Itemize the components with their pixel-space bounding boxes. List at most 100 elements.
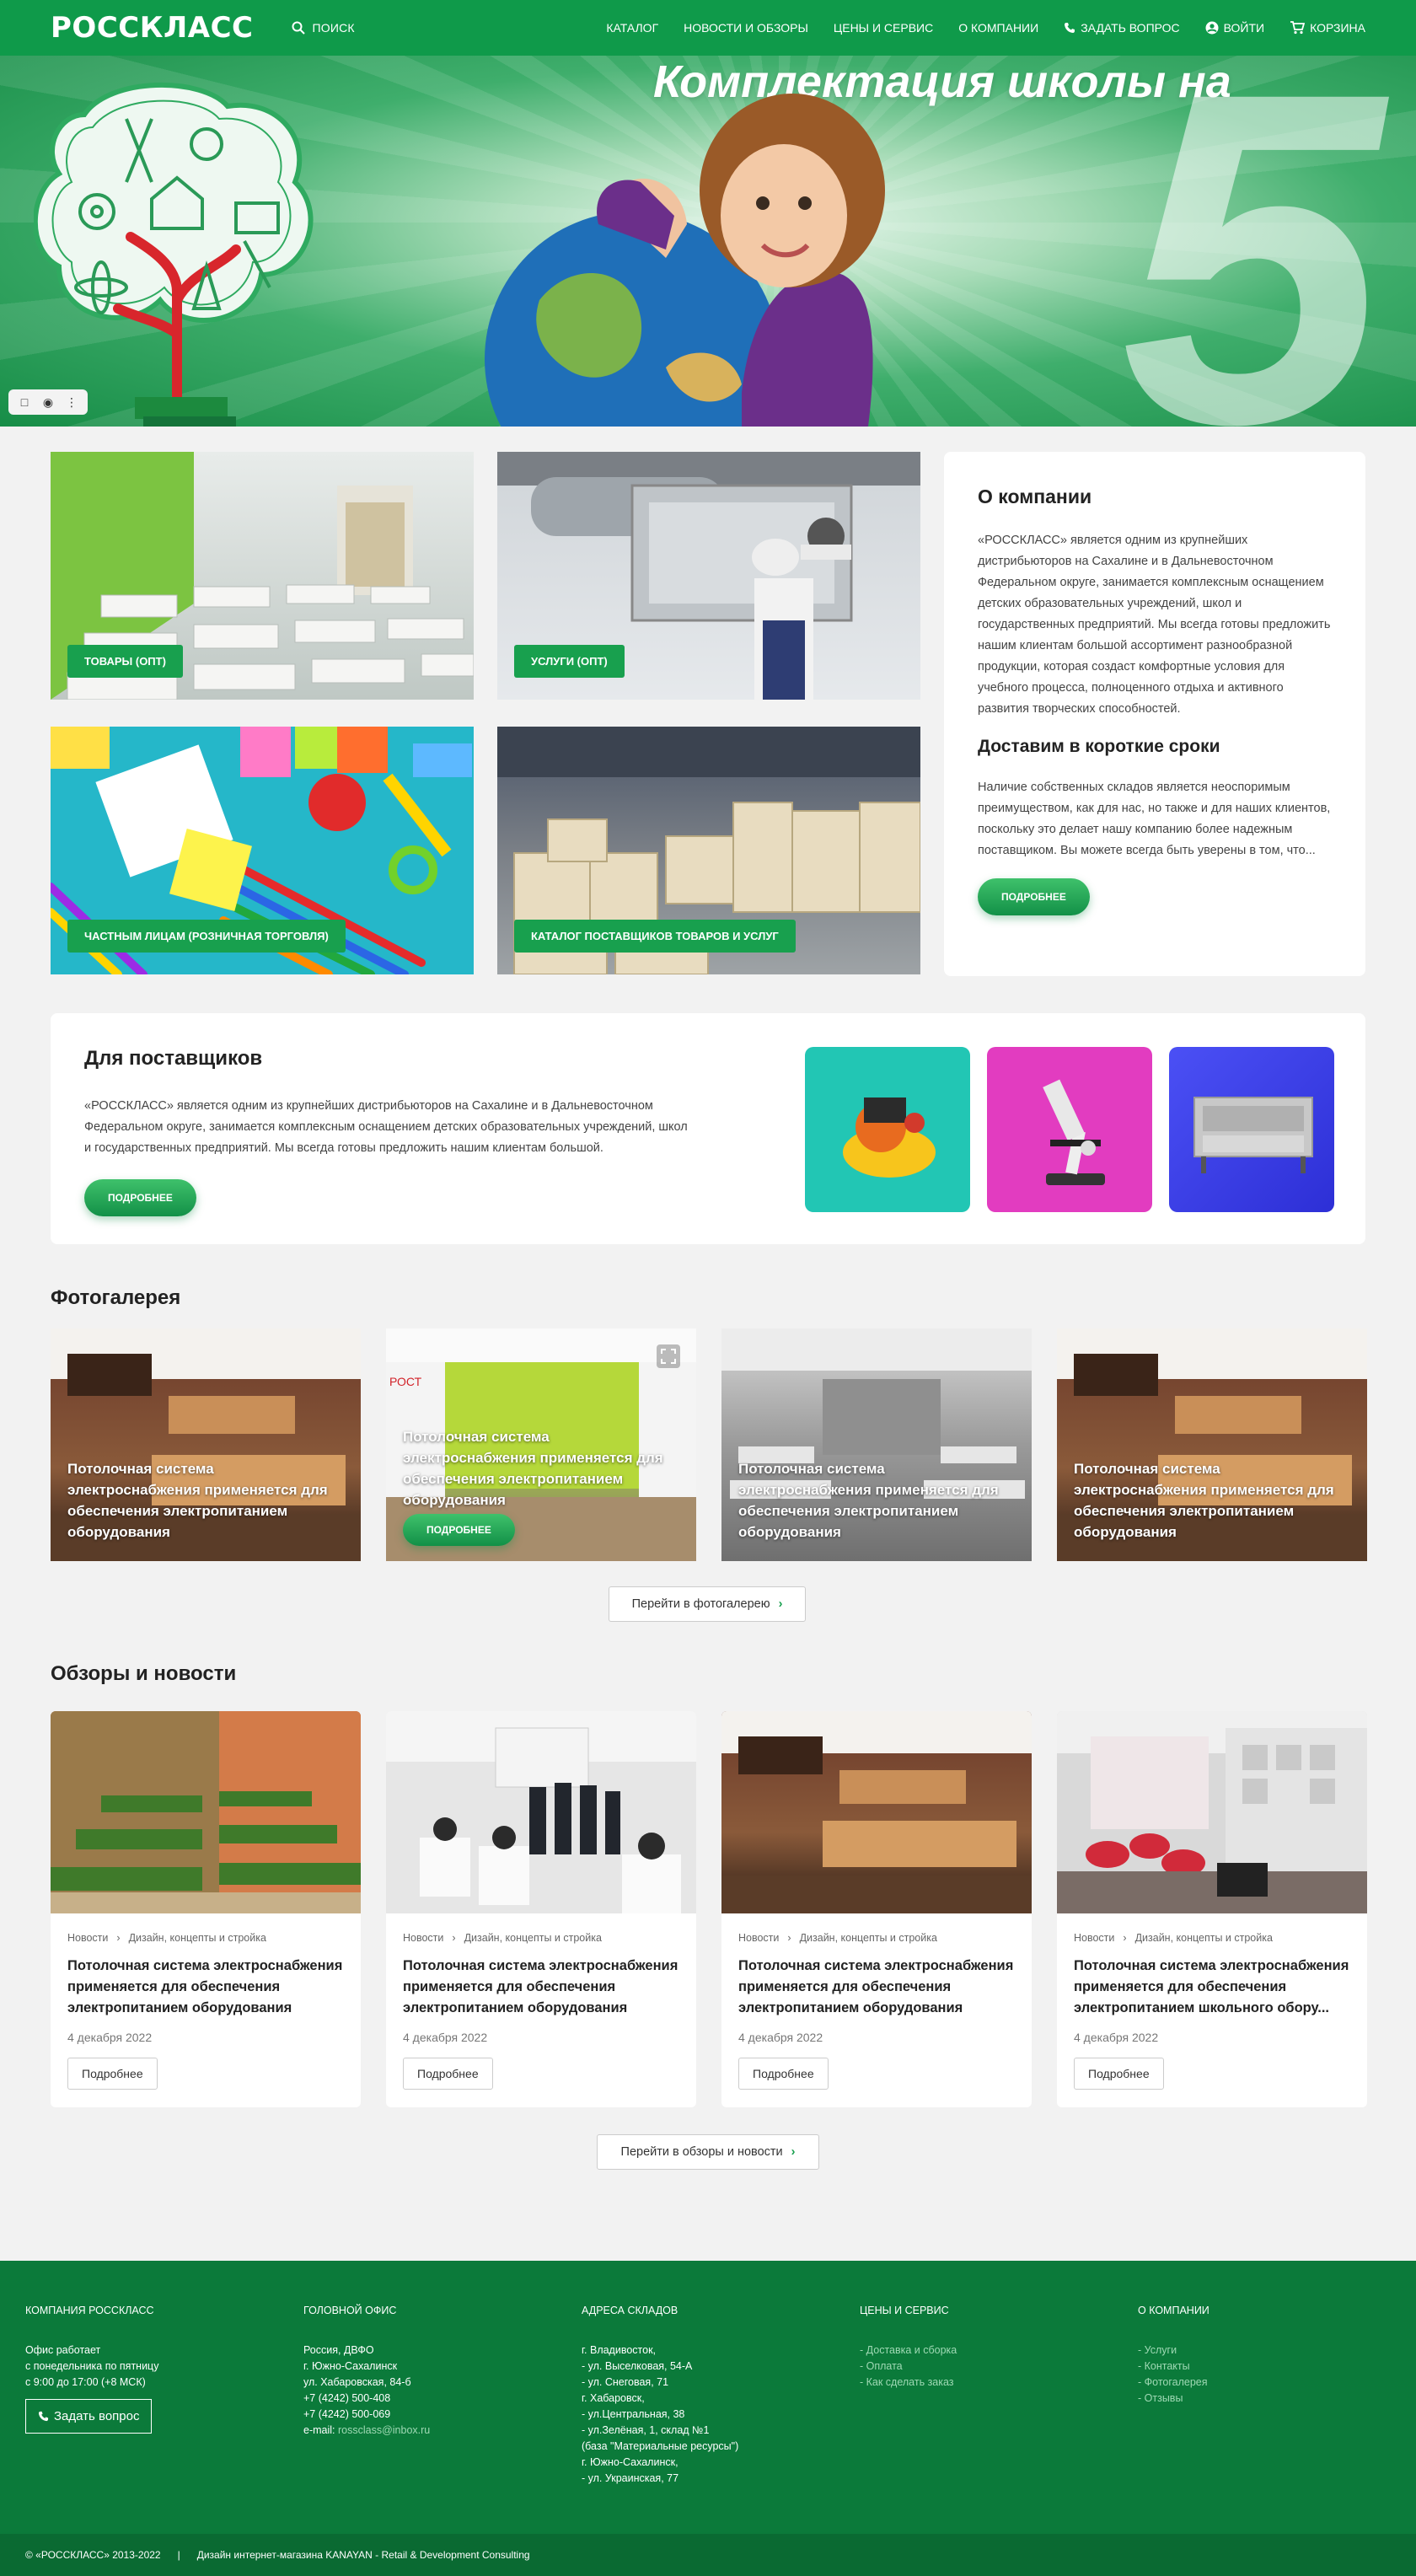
site-logo[interactable]: РОССКЛАСС — [51, 11, 253, 45]
supplier-image-microscope[interactable] — [987, 1047, 1152, 1212]
news-image — [386, 1711, 696, 1913]
footer-warehouse-line: - ул. Снеговая, 71 — [582, 2376, 669, 2388]
about-title: О компании — [978, 486, 1092, 507]
gallery-item[interactable]: Потолочная система электроснабжения прим… — [51, 1328, 361, 1561]
footer-link-delivery[interactable]: - Доставка и сборка — [860, 2343, 957, 2359]
search-link[interactable]: ПОИСК — [292, 21, 355, 35]
footer-warehouse-line: г. Южно-Сахалинск, — [582, 2456, 678, 2468]
gallery-item[interactable]: Потолочная система электроснабжения прим… — [1057, 1328, 1367, 1561]
news-card-title[interactable]: Потолочная система электроснабжения прим… — [738, 1956, 1015, 2019]
nav-news[interactable]: НОВОСТИ И ОБЗОРЫ — [684, 21, 808, 35]
footer-warehouse-line: г. Владивосток, — [582, 2344, 657, 2356]
nav-catalog[interactable]: КАТАЛОГ — [606, 21, 658, 35]
tile-suppliers-catalog[interactable]: КАТАЛОГ ПОСТАВЩИКОВ ТОВАРОВ И УСЛУГ — [497, 727, 920, 974]
suppliers-card: Для поставщиков «РОССКЛАСС» является одн… — [51, 1013, 1365, 1244]
footer-warehouse-line: - ул.Зелёная, 1, склад №1 — [582, 2424, 710, 2436]
news-crumb-subcategory[interactable]: Дизайн, концепты и стройка — [1135, 1932, 1273, 1944]
nav-cart[interactable]: КОРЗИНА — [1290, 21, 1365, 35]
news-crumb-category[interactable]: Новости — [738, 1932, 779, 1944]
news-title: Обзоры и новости — [51, 1662, 237, 1685]
tile-suppliers-catalog-label: КАТАЛОГ ПОСТАВЩИКОВ ТОВАРОВ И УСЛУГ — [514, 920, 796, 953]
news-card[interactable]: Новости › Дизайн, концепты и стройка Потол… — [51, 1711, 361, 2107]
news-more-button[interactable]: Подробнее — [403, 2058, 493, 2090]
news-card[interactable]: Новости › Дизайн, концепты и стройка Потол… — [386, 1711, 696, 2107]
students-lab-photo — [386, 1711, 696, 1913]
delivery-text: Наличие собственных складов является нео… — [978, 781, 1331, 857]
tile-retail-label: ЧАСТНЫМ ЛИЦАМ (РОЗНИЧНАЯ ТОРГОВЛЯ) — [67, 920, 346, 953]
news-crumb-subcategory[interactable]: Дизайн, концепты и стройка — [464, 1932, 602, 1944]
footer-credits[interactable]: Дизайн интернет-магазина KANAYAN - Retai… — [197, 2549, 530, 2561]
gallery-title: Фотогалерея — [51, 1286, 181, 1309]
camera-icon[interactable]: ◉ — [37, 393, 59, 411]
footer-link-payment[interactable]: - Оплата — [860, 2359, 957, 2375]
footer-phone[interactable]: +7 (4242) 500-069 — [303, 2407, 430, 2423]
nav-about[interactable]: О КОМПАНИИ — [958, 21, 1038, 35]
suppliers-more-button[interactable]: ПОДРОБНЕЕ — [84, 1179, 196, 1216]
expand-icon[interactable] — [656, 1344, 681, 1369]
tile-goods-label: ТОВАРЫ (ОПТ) — [67, 645, 183, 678]
news-card-title[interactable]: Потолочная система электроснабжения прим… — [1074, 1956, 1350, 2019]
news-crumb-category[interactable]: Новости — [1074, 1932, 1114, 1944]
about-text: «РОССКЛАСС» является одним из крупнейших… — [978, 534, 1331, 716]
news-crumb-category[interactable]: Новости — [67, 1932, 108, 1944]
about-more-button[interactable]: ПОДРОБНЕЕ — [978, 878, 1090, 915]
news-crumb-subcategory[interactable]: Дизайн, концепты и стройка — [129, 1932, 266, 1944]
footer-separator: | — [177, 2549, 180, 2561]
gallery-link-button[interactable]: Перейти в фотогалерею › — [609, 1586, 806, 1622]
footer-hours-line: Офис работает — [25, 2344, 101, 2356]
lounge-room-photo — [1057, 1711, 1367, 1913]
science-tree-illustration — [34, 82, 314, 427]
supplier-image-stove[interactable] — [1169, 1047, 1334, 1212]
footer-email-link[interactable]: rossclass@inbox.ru — [338, 2424, 430, 2436]
footer-warehouse-line: - ул. Украинская, 77 — [582, 2472, 679, 2484]
delivery-title: Доставим в короткие сроки — [978, 737, 1220, 756]
footer-warehouse-line: - ул.Центральная, 38 — [582, 2408, 685, 2420]
gallery-item-active[interactable]: РОСТ Потолочная система электроснабжения… — [386, 1328, 696, 1561]
footer-warehouses-column: АДРЕСА СКЛАДОВ г. Владивосток, - ул. Выс… — [582, 2303, 738, 2487]
news-card[interactable]: Новости › Дизайн, концепты и стройка Потол… — [721, 1711, 1032, 2107]
footer-email-label: e-mail: — [303, 2424, 335, 2436]
footer-ask-button[interactable]: Задать вопрос — [25, 2399, 153, 2434]
supplier-image-toy[interactable] — [805, 1047, 970, 1212]
chevron-right-icon: › — [778, 1597, 783, 1611]
chevron-right-icon: › — [452, 1932, 456, 1944]
more-vertical-icon[interactable]: ⋮ — [61, 393, 83, 411]
news-link-button[interactable]: Перейти в обзоры и новости › — [597, 2134, 819, 2170]
news-more-button[interactable]: Подробнее — [1074, 2058, 1164, 2090]
tile-retail[interactable]: ЧАСТНЫМ ЛИЦАМ (РОЗНИЧНАЯ ТОРГОВЛЯ) — [51, 727, 474, 974]
news-card[interactable]: Новости › Дизайн, концепты и стройка Потол… — [1057, 1711, 1367, 2107]
footer-office-line: г. Южно-Сахалинск — [303, 2360, 398, 2372]
suppliers-text: «РОССКЛАСС» является одним из крупнейших… — [84, 1099, 688, 1155]
chevron-right-icon: › — [1123, 1932, 1127, 1944]
footer-link-reviews[interactable]: - Отзывы — [1138, 2391, 1210, 2407]
gallery-more-button[interactable]: ПОДРОБНЕЕ — [403, 1514, 515, 1546]
nav-prices[interactable]: ЦЕНЫ И СЕРВИС — [834, 21, 933, 35]
gallery-caption: Потолочная система электроснабжения прим… — [403, 1429, 663, 1508]
news-more-button[interactable]: Подробнее — [738, 2058, 829, 2090]
news-card-title[interactable]: Потолочная система электроснабжения прим… — [403, 1956, 679, 2019]
gallery-caption: Потолочная система электроснабжения прим… — [67, 1461, 328, 1540]
news-card-title[interactable]: Потолочная система электроснабжения прим… — [67, 1956, 344, 2019]
bookmark-icon[interactable]: □ — [13, 393, 35, 411]
news-more-button[interactable]: Подробнее — [67, 2058, 158, 2090]
tile-services-wholesale[interactable]: УСЛУГИ (ОПТ) — [497, 452, 920, 700]
gallery-item[interactable]: Потолочная система электроснабжения прим… — [721, 1328, 1032, 1561]
nav-ask-question[interactable]: ЗАДАТЬ ВОПРОС — [1064, 21, 1180, 35]
footer-link-how-to-order[interactable]: - Как сделать заказ — [860, 2375, 957, 2391]
footer-link-gallery[interactable]: - Фотогалерея — [1138, 2375, 1210, 2391]
footer-link-services[interactable]: - Услуги — [1138, 2343, 1210, 2359]
footer-link-contacts[interactable]: - Контакты — [1138, 2359, 1210, 2375]
girl-with-globe-photo — [485, 94, 885, 427]
main-nav: КАТАЛОГ НОВОСТИ И ОБЗОРЫ ЦЕНЫ И СЕРВИС О… — [606, 21, 1365, 35]
news-image — [1057, 1711, 1367, 1913]
news-crumb-subcategory[interactable]: Дизайн, концепты и стройка — [800, 1932, 937, 1944]
news-crumb-category[interactable]: Новости — [403, 1932, 443, 1944]
nav-login[interactable]: ВОЙТИ — [1205, 21, 1264, 35]
news-image — [51, 1711, 361, 1913]
news-image — [721, 1711, 1032, 1913]
footer-office-column: ГОЛОВНОЙ ОФИС Россия, ДВФО г. Южно-Сахал… — [303, 2303, 430, 2439]
tile-services-label: УСЛУГИ (ОПТ) — [514, 645, 625, 678]
tile-goods-wholesale[interactable]: ТОВАРЫ (ОПТ) — [51, 452, 474, 700]
footer-copyright: © «РОССКЛАСС» 2013-2022 — [25, 2549, 161, 2561]
footer-phone[interactable]: +7 (4242) 500-408 — [303, 2391, 430, 2407]
